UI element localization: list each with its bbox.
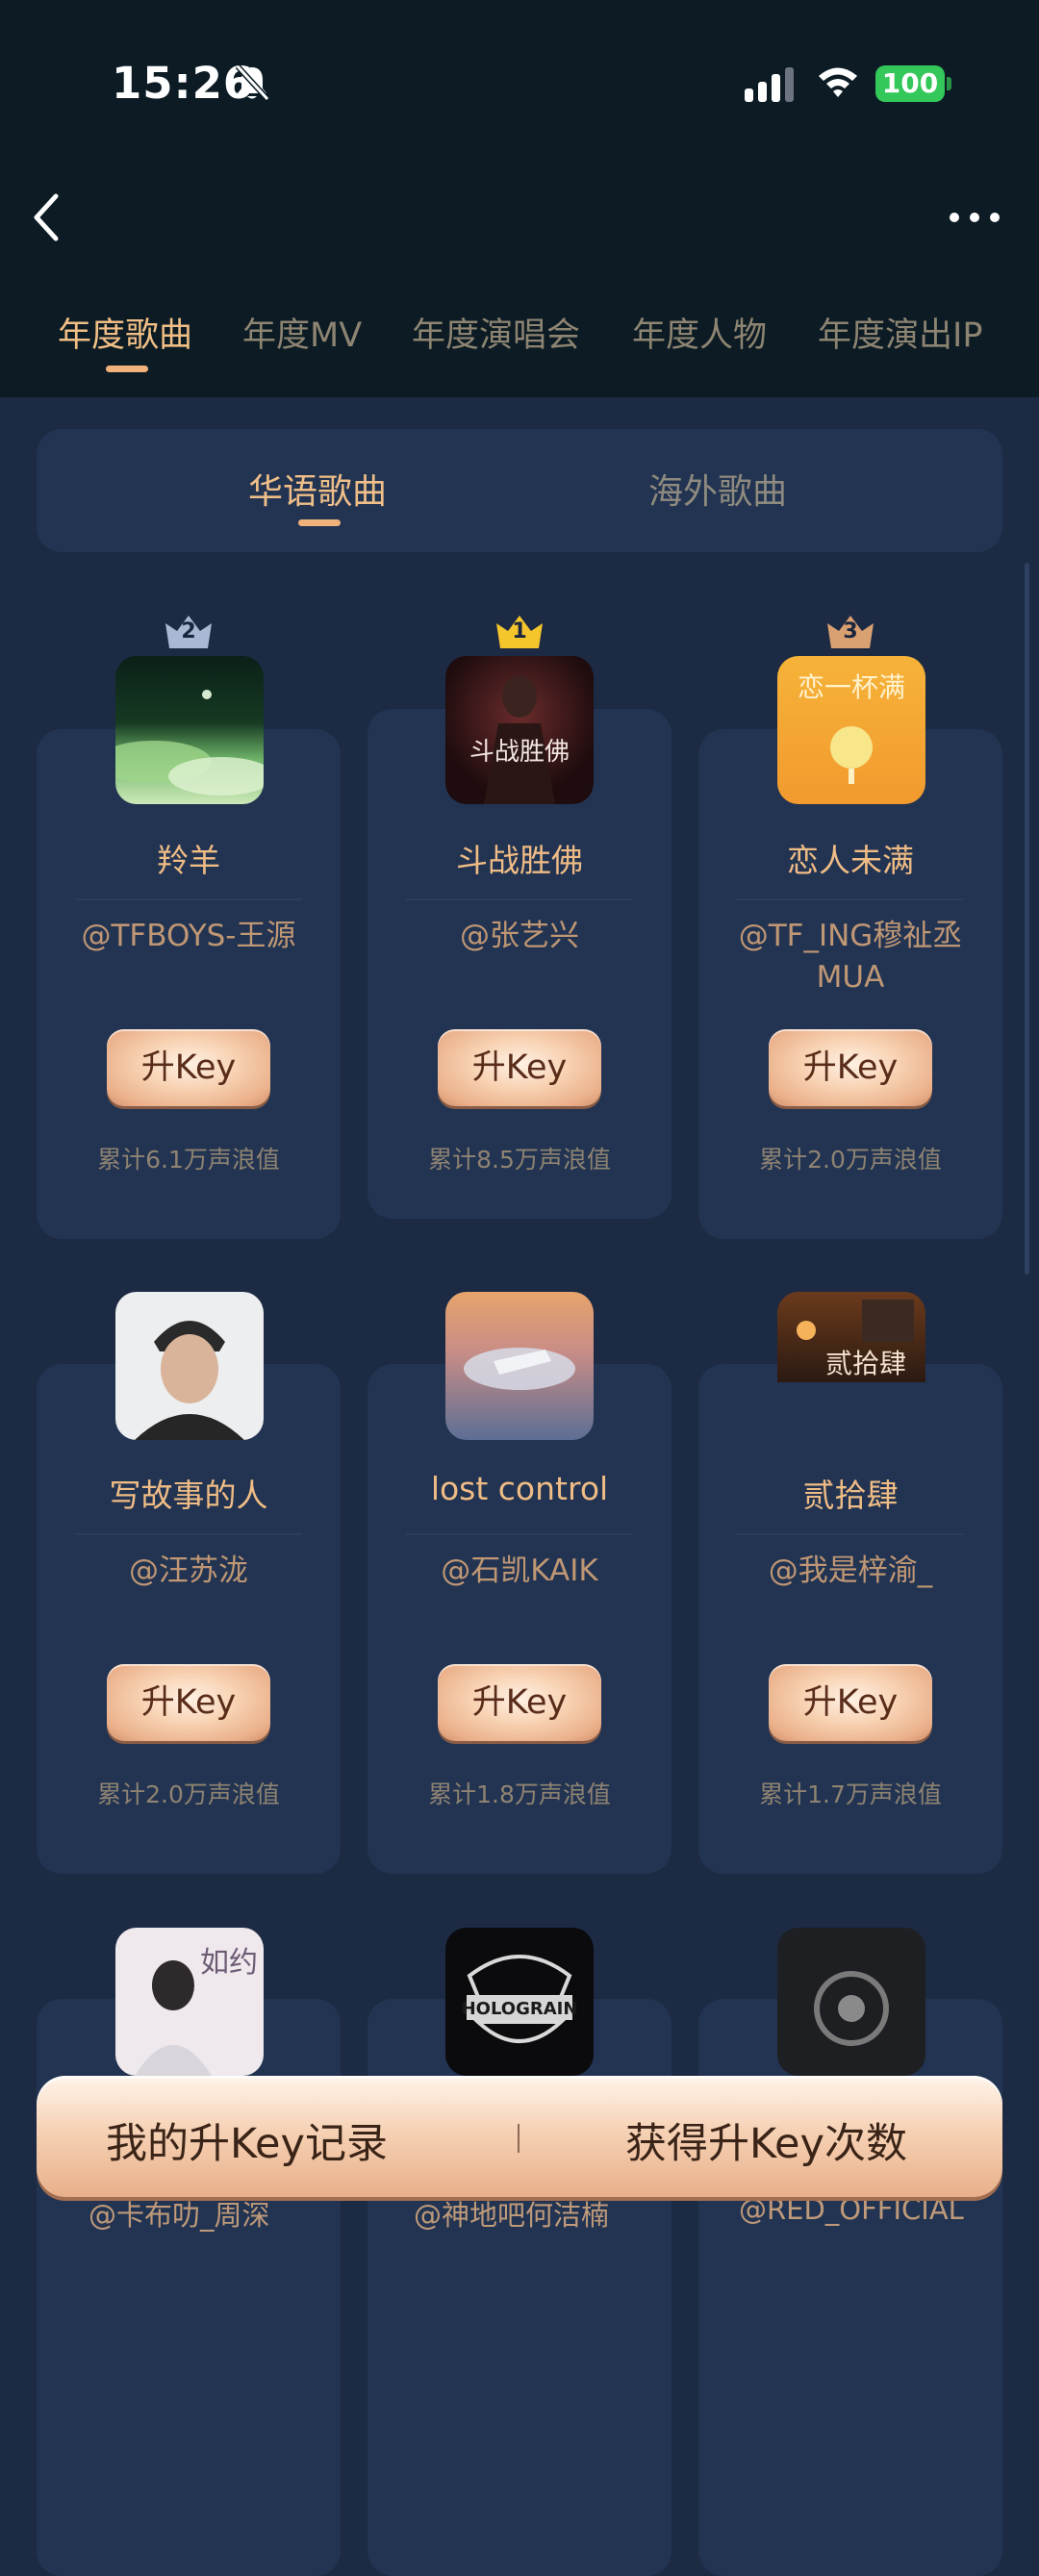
song-card[interactable]: lost control @石凯KAIK 升Key 累计1.8万声浪值: [367, 1364, 672, 1874]
artist-name[interactable]: @我是梓渝_: [718, 1551, 983, 1592]
divider: [75, 1533, 302, 1535]
scrollbar[interactable]: [1025, 563, 1029, 1275]
rank-number: 1: [512, 619, 527, 644]
divider: [406, 898, 633, 900]
song-card[interactable]: 恋人未满 @TF_ING穆祉丞MUA 升Key 累计2.0万声浪值: [698, 729, 1002, 1239]
song-card[interactable]: 羚羊 @TFBOYS-王源 升Key 累计6.1万声浪值: [37, 729, 341, 1239]
tab-annual-people[interactable]: 年度人物: [632, 308, 767, 357]
cover-title: 贰拾肆: [825, 1348, 906, 1379]
subtab-chinese-songs[interactable]: 华语歌曲: [248, 464, 387, 514]
artist-name: @神地吧何洁楠: [414, 2199, 610, 2232]
album-cover[interactable]: 恋一杯满: [777, 656, 925, 804]
wave-value: 累计1.7万声浪值: [759, 1780, 942, 1808]
song-title: 恋人未满: [787, 842, 914, 879]
tab-annual-mv[interactable]: 年度MV: [242, 308, 362, 357]
divider: [518, 2124, 520, 2153]
album-cover[interactable]: HOLOGRAIN: [445, 1928, 594, 2076]
divider: [737, 1533, 964, 1535]
album-cover[interactable]: 如约: [115, 1928, 264, 2076]
get-key-count-button[interactable]: 获得升Key次数: [625, 2110, 907, 2170]
artist-name: @卡布叻_周深: [89, 2199, 270, 2232]
category-tabs: 年度歌曲 年度MV 年度演唱会 年度人物 年度演出IP: [0, 308, 1039, 375]
album-cover[interactable]: [777, 1928, 925, 2076]
battery-indicator: 100: [875, 65, 945, 102]
divider: [75, 898, 302, 900]
album-cover[interactable]: 贰拾肆: [777, 1292, 925, 1382]
boost-key-button[interactable]: 升Key: [107, 1029, 270, 1106]
song-title: 贰拾肆: [802, 1477, 899, 1514]
artist-name[interactable]: @TFBOYS-王源: [56, 916, 321, 957]
album-cover[interactable]: [115, 656, 264, 804]
bottom-action-bar: 我的升Key记录 获得升Key次数: [37, 2076, 1002, 2197]
song-title: 羚羊: [157, 842, 220, 879]
artist-name[interactable]: @TF_ING穆祉丞MUA: [718, 916, 983, 998]
subtab-overseas-songs[interactable]: 海外歌曲: [648, 464, 787, 514]
boost-key-button[interactable]: 升Key: [107, 1664, 270, 1741]
cover-title: HOLOGRAIN: [462, 1999, 578, 2019]
my-key-records-button[interactable]: 我的升Key记录: [106, 2110, 388, 2170]
song-card[interactable]: 贰拾肆 @我是梓渝_ 升Key 累计1.7万声浪值: [698, 1364, 1002, 1874]
signal-icon: [745, 67, 794, 102]
divider: [737, 898, 964, 900]
rank-number: 2: [181, 619, 196, 644]
cover-title: 斗战胜佛: [469, 738, 570, 767]
more-dots-icon[interactable]: [939, 189, 1010, 246]
chevron-left-icon[interactable]: [25, 189, 71, 246]
artist-name[interactable]: @汪苏泷: [56, 1551, 321, 1592]
tab-active-indicator: [106, 366, 148, 372]
wave-value: 累计2.0万声浪值: [759, 1146, 942, 1174]
subtab-active-indicator: [298, 519, 341, 526]
wave-value: 累计6.1万声浪值: [97, 1146, 280, 1174]
tab-annual-show-ip[interactable]: 年度演出IP: [818, 308, 982, 357]
sub-tabs: 华语歌曲 海外歌曲: [37, 429, 1002, 552]
status-time: 15:26: [112, 58, 255, 109]
artist-name: @RED_OFFICIAL: [739, 2193, 964, 2226]
boost-key-button[interactable]: 升Key: [438, 1664, 601, 1741]
song-title: 写故事的人: [109, 1477, 268, 1514]
boost-key-button[interactable]: 升Key: [769, 1029, 932, 1106]
wave-value: 累计1.8万声浪值: [428, 1780, 611, 1808]
song-title: 斗战胜佛: [456, 842, 583, 879]
cover-title: 如约: [200, 1946, 258, 1980]
battery-tip: [947, 77, 951, 90]
wave-value: 累计2.0万声浪值: [97, 1780, 280, 1808]
artist-name[interactable]: @张艺兴: [387, 916, 652, 957]
album-cover[interactable]: 斗战胜佛: [445, 656, 594, 804]
divider: [406, 1533, 633, 1535]
song-card[interactable]: 写故事的人 @汪苏泷 升Key 累计2.0万声浪值: [37, 1364, 341, 1874]
rank-number: 3: [843, 619, 858, 644]
album-cover[interactable]: [115, 1292, 264, 1440]
bell-slash-icon: [235, 63, 269, 102]
song-title: lost control: [430, 1470, 609, 1507]
album-cover[interactable]: [445, 1292, 594, 1440]
wifi-icon: [819, 67, 857, 97]
tab-annual-songs[interactable]: 年度歌曲: [58, 308, 192, 357]
wave-value: 累计8.5万声浪值: [428, 1146, 611, 1174]
boost-key-button[interactable]: 升Key: [769, 1664, 932, 1741]
boost-key-button[interactable]: 升Key: [438, 1029, 601, 1106]
artist-name[interactable]: @石凯KAIK: [387, 1551, 652, 1592]
cover-title: 恋一杯满: [798, 671, 905, 703]
top-header: 15:26 100 年度歌曲 年度MV 年度演唱会 年度人物 年度演出IP: [0, 0, 1039, 397]
tab-annual-concerts[interactable]: 年度演唱会: [412, 308, 580, 357]
